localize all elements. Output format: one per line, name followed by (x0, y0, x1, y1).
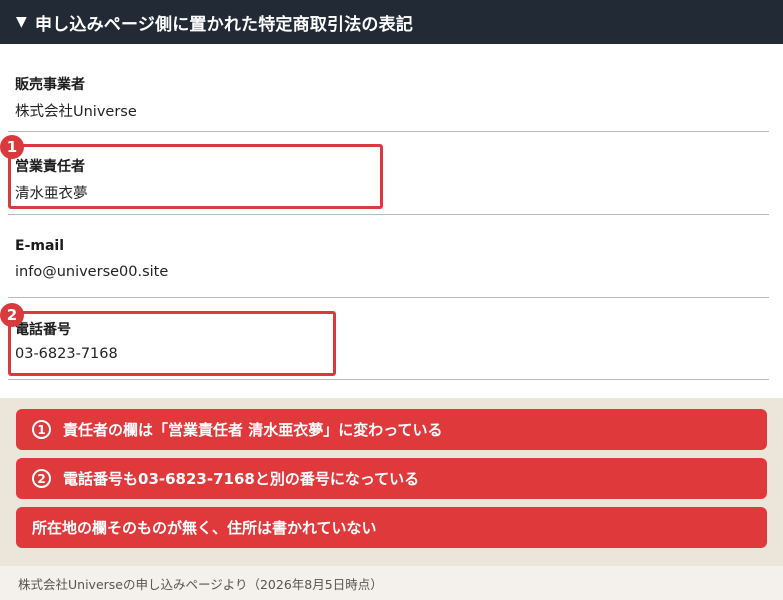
badge-number: 2 (0, 303, 24, 327)
source-caption: 株式会社Universeの申し込みページより（2026年8月5日時点） (0, 566, 783, 600)
note-item: 所在地の欄そのものが無く、住所は書かれていない (16, 507, 767, 548)
note-text: 電話番号も03-6823-7168と別の番号になっている (63, 470, 420, 488)
field-seller: 販売事業者 株式会社Universe (0, 44, 769, 132)
note-item: 2 電話番号も03-6823-7168と別の番号になっている (16, 458, 767, 499)
section-title: 申し込みページ側に置かれた特定商取引法の表記 (34, 14, 414, 35)
badge-number: 1 (0, 135, 24, 159)
highlight-box (8, 144, 383, 209)
field-label: E-mail (15, 238, 65, 254)
note-item: 1 責任者の欄は「営業責任者 清水亜衣夢」に変わっている (16, 409, 767, 450)
field-value: info@universe00.site (15, 264, 169, 280)
note-number-icon: 2 (32, 469, 51, 488)
section-header[interactable]: ▼ 申し込みページ側に置かれた特定商取引法の表記 (0, 0, 783, 44)
note-number-icon: 1 (32, 420, 51, 439)
notes-panel: 1 責任者の欄は「営業責任者 清水亜衣夢」に変わっている 2 電話番号も03-6… (0, 398, 783, 566)
collapse-triangle-icon[interactable]: ▼ (16, 14, 27, 30)
divider (8, 379, 769, 380)
note-text: 所在地の欄そのものが無く、住所は書かれていない (32, 519, 377, 537)
note-text: 責任者の欄は「営業責任者 清水亜衣夢」に変わっている (63, 421, 443, 439)
field-email: E-mail info@universe00.site (0, 215, 769, 298)
field-value: 株式会社Universe (15, 104, 137, 120)
highlight-box (8, 311, 336, 376)
field-label: 販売事業者 (15, 77, 85, 93)
